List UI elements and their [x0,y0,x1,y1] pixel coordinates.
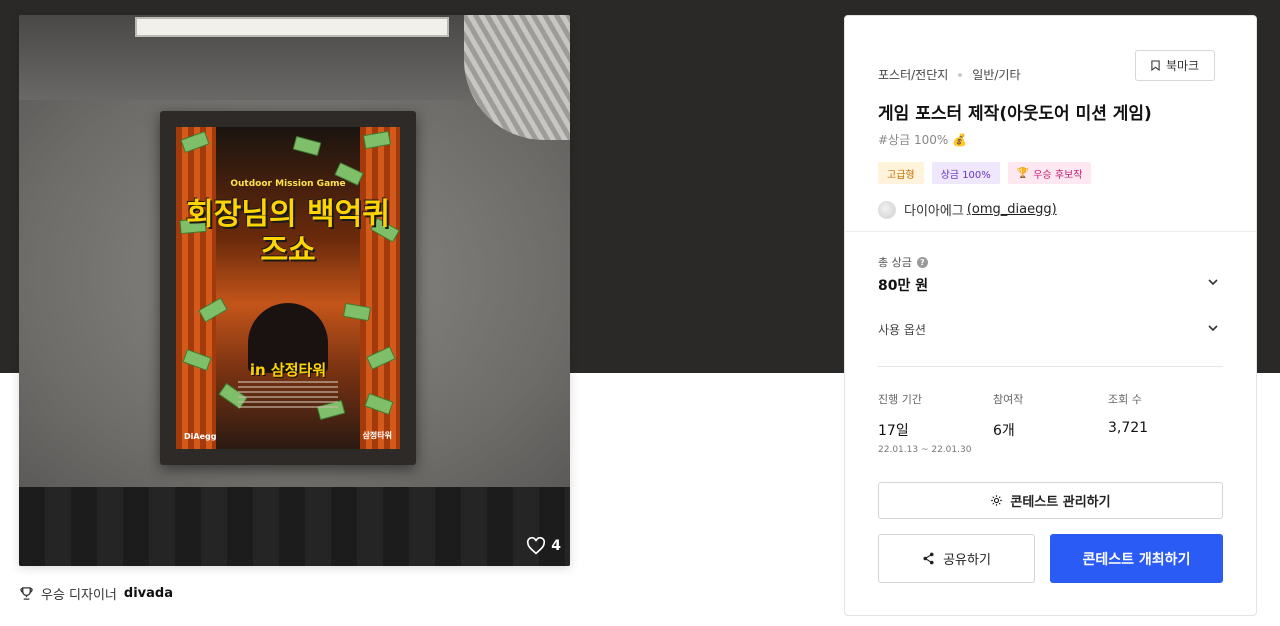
stat-period-dates: 22.01.13 ~ 22.01.30 [878,445,972,455]
winning-entry-image[interactable]: Outdoor Mission Game 회장님의 백억퀴즈쇼 in 삼정타워 … [19,15,570,566]
total-prize-value: 80만 원 [878,278,929,294]
host-contest-button[interactable]: 콘테스트 개최하기 [1050,534,1223,583]
stat-views: 조회 수 3,721 [1108,391,1148,436]
like-button[interactable]: 4 [526,537,561,555]
breadcrumb: 포스터/전단지 일반/기타 [878,66,1021,83]
poster-subtitle: Outdoor Mission Game [230,179,346,189]
poster-curtain-left [176,127,216,449]
options-label[interactable]: 사용 옵션 [878,321,926,338]
badge-top-label: 우승 후보작 [1033,169,1083,181]
stat-period-value: 17일 [878,423,909,439]
like-count: 4 [551,538,561,554]
poster-frame: Outdoor Mission Game 회장님의 백억퀴즈쇼 in 삼정타워 … [160,111,416,465]
bookmark-label: 북마크 [1165,59,1200,73]
host-name: 다이아에그 [904,204,964,219]
trophy-icon [20,587,33,600]
manage-contest-label: 콘테스트 관리하기 [1010,495,1111,510]
share-button[interactable]: 공유하기 [878,534,1035,583]
host-info: 다이아에그 (omg_diaegg) [878,200,1057,219]
stat-entries-value: 6개 [993,423,1015,439]
poster-title: 회장님의 백억퀴즈쇼 [186,197,390,268]
stat-period-label: 진행 기간 [878,393,922,406]
poster-location: in 삼정타워 [249,361,327,379]
divider [878,366,1223,367]
share-icon [923,552,934,565]
contest-tagline: #상금 100% 💰 [878,133,968,147]
cash-decoration [292,135,322,157]
stat-period: 진행 기간 17일 22.01.13 ~ 22.01.30 [878,391,971,455]
breadcrumb-separator [958,72,963,77]
bookmark-button[interactable]: 북마크 [1135,50,1215,81]
stat-entries-label: 참여작 [993,393,1024,406]
badge-top-candidate: 🏆 우승 후보작 [1007,162,1092,184]
share-label: 공유하기 [943,553,991,568]
chevron-down-icon[interactable] [1206,275,1220,289]
total-prize-label-text: 총 상금 [878,256,912,269]
ceiling-light [135,17,449,37]
poster-artwork: Outdoor Mission Game 회장님의 백억퀴즈쇼 in 삼정타워 … [176,127,400,449]
heart-icon [527,537,546,555]
badge-list: 고급형 상금 100% 🏆 우승 후보작 [878,162,1092,184]
stat-views-label: 조회 수 [1108,393,1142,406]
total-prize-label: 총 상금 ? [878,254,928,270]
manage-contest-button[interactable]: 콘테스트 관리하기 [878,482,1223,519]
floor [19,487,570,566]
breadcrumb-subcategory[interactable]: 일반/기타 [972,66,1020,83]
bookmark-icon [1151,60,1160,71]
badge-prize: 상금 100% [931,162,1000,184]
contest-title: 게임 포스터 제작(아웃도어 미션 게임) [878,104,1152,124]
poster-fine-print [238,381,338,411]
poster-brand-left: DiAegg [184,432,217,441]
trophy-icon: 🏆 [1016,167,1030,179]
help-icon[interactable]: ? [916,256,928,268]
stat-views-value: 3,721 [1108,420,1149,436]
divider [845,231,1256,232]
breadcrumb-category[interactable]: 포스터/전단지 [878,66,948,83]
contest-info-panel: 포스터/전단지 일반/기타 북마크 게임 포스터 제작(아웃도어 미션 게임) … [844,15,1257,616]
host-handle-link[interactable]: (omg_diaegg) [967,202,1057,217]
stat-entries: 참여작 6개 [993,391,1023,440]
winner-label: 우승 디자이너 [41,588,117,603]
badge-premium: 고급형 [878,162,924,184]
winning-designer: 우승 디자이너 divada [19,584,173,603]
gear-icon [991,495,1003,506]
winner-name[interactable]: divada [124,586,173,601]
avatar [878,200,896,219]
poster-brand-right: 삼정타워 [362,431,392,440]
chevron-down-icon[interactable] [1206,321,1220,335]
